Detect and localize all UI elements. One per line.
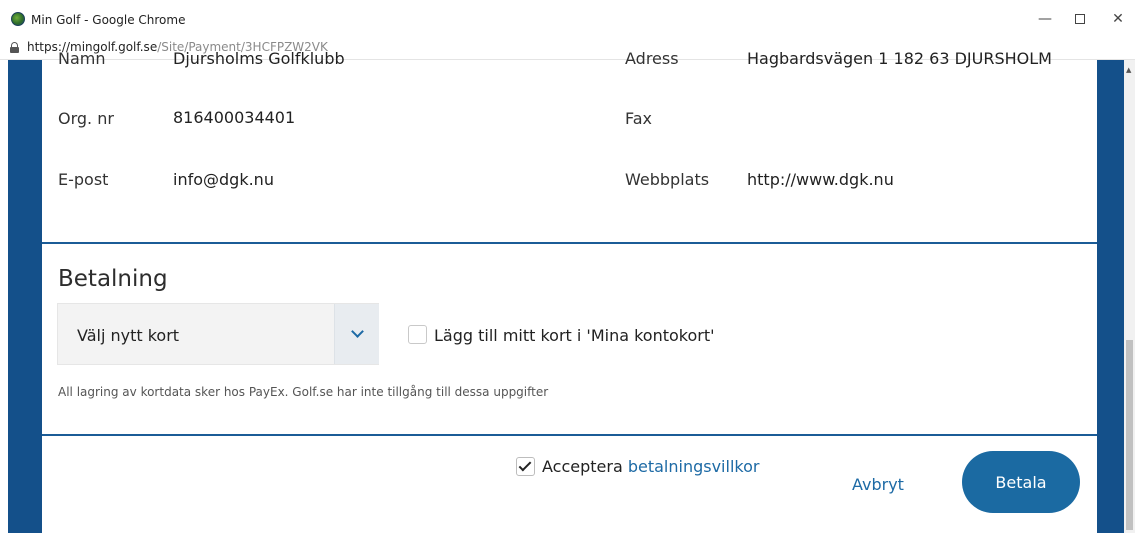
payment-title: Betalning — [58, 266, 168, 292]
terms-link[interactable]: betalningsvillkor — [628, 457, 760, 476]
minimize-button[interactable]: — — [1031, 8, 1059, 30]
payment-modal: Namn Djursholms Golfklubb Adress Hagbard… — [42, 49, 1097, 533]
org-number-value: 816400034401 — [173, 108, 296, 127]
maximize-icon — [1075, 14, 1085, 24]
website-label: Webbplats — [625, 170, 710, 189]
scroll-thumb[interactable] — [1126, 340, 1133, 530]
storage-note: All lagring av kortdata sker hos PayEx. … — [58, 385, 549, 399]
card-select-value: Välj nytt kort — [77, 326, 180, 345]
email-label: E-post — [58, 170, 109, 189]
pay-button[interactable]: Betala — [962, 451, 1080, 513]
name-value: Djursholms Golfklubb — [173, 49, 345, 68]
card-select-toggle[interactable] — [334, 304, 379, 364]
golf-favicon-icon — [11, 12, 25, 26]
maximize-button[interactable] — [1066, 8, 1094, 30]
page-viewport: Namn Djursholms Golfklubb Adress Hagbard… — [0, 49, 1135, 533]
footer-divider — [42, 434, 1097, 436]
org-number-label: Org. nr — [58, 109, 114, 128]
address-value: Hagbardsvägen 1 182 63 DJURSHOLM — [747, 49, 1052, 68]
fax-label: Fax — [625, 109, 653, 128]
window-title: Min Golf - Google Chrome — [31, 13, 186, 27]
checkmark-icon — [518, 458, 532, 472]
left-backdrop — [0, 60, 42, 533]
card-select[interactable]: Välj nytt kort — [57, 303, 379, 365]
section-divider — [42, 242, 1097, 244]
email-value: info@dgk.nu — [173, 170, 274, 189]
accept-terms-label: Acceptera betalningsvillkor — [542, 457, 759, 476]
name-label: Namn — [58, 49, 106, 68]
chevron-down-icon — [350, 325, 364, 338]
right-backdrop — [1097, 60, 1124, 533]
browser-titlebar: Min Golf - Google Chrome — ✕ — [0, 0, 1135, 36]
save-card-checkbox[interactable] — [408, 325, 427, 344]
accept-terms-checkbox[interactable] — [516, 457, 535, 476]
lock-icon — [10, 42, 19, 53]
scroll-up-icon[interactable]: ▲ — [1126, 66, 1131, 74]
save-card-label[interactable]: Lägg till mitt kort i 'Mina kontokort' — [434, 326, 715, 345]
accept-prefix: Acceptera — [542, 457, 628, 476]
website-value: http://www.dgk.nu — [747, 170, 894, 189]
page-scrollbar[interactable]: ▲ — [1124, 60, 1135, 533]
address-label: Adress — [625, 49, 679, 68]
cancel-button[interactable]: Avbryt — [852, 475, 904, 494]
close-button[interactable]: ✕ — [1104, 8, 1132, 30]
